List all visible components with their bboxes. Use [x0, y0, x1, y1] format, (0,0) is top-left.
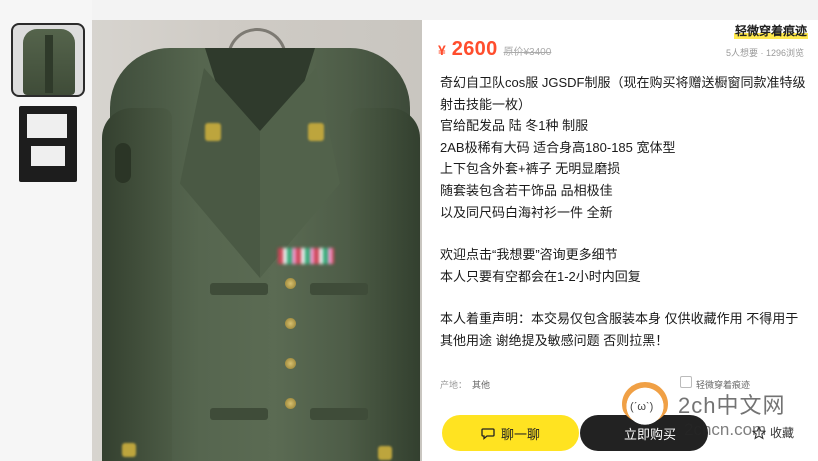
- watermark: (ˊωˋ) 2ch中文网 2chcn.com: [622, 382, 818, 452]
- uniform-jacket: [102, 48, 420, 461]
- chat-bubble-icon: [481, 428, 495, 440]
- lower-pocket-flap-left: [210, 408, 268, 420]
- description-line: 2AB极稀有大码 适合身高180-185 宽体型: [440, 139, 676, 155]
- currency-symbol: ¥: [438, 42, 446, 58]
- watermark-domain: 2chcn.com: [684, 420, 767, 439]
- description-line: 本人只要有空都会在1-2小时内回复: [440, 268, 641, 284]
- thumbnail-tag[interactable]: [19, 106, 77, 182]
- jacket-button: [285, 358, 296, 369]
- left-pocket-flap: [210, 283, 268, 295]
- watermark-face: (ˊωˋ): [630, 401, 654, 413]
- thumbnail-jacket[interactable]: [11, 23, 85, 97]
- shoulder-patch: [115, 143, 131, 183]
- description-line: 欢迎点击“我想要”咨询更多细节: [440, 247, 618, 263]
- jacket-button: [285, 278, 296, 289]
- medal-ribbons: [278, 248, 334, 264]
- price-row: ¥ 2600 原价¥3400: [438, 38, 551, 61]
- description-line: 本人着重声明：本交易仅包含服装本身 仅供收藏作用 不得用于其他用途 谢绝提及敏感…: [440, 311, 799, 348]
- tag-card-image-2: [31, 146, 65, 166]
- description-line: 随套装包含若干饰品 品相极佳: [440, 182, 613, 198]
- watermark-site-name: 2ch中文网: [678, 393, 786, 418]
- jacket-button: [285, 398, 296, 409]
- thumbnail-strip: [0, 0, 92, 461]
- description-line: 以及同尺码白海衬衫一件 全新: [440, 204, 613, 220]
- chat-button[interactable]: 聊一聊: [442, 415, 579, 451]
- origin-label: 产地：: [440, 380, 468, 390]
- chat-button-label: 聊一聊: [500, 426, 540, 442]
- left-sleeve: [102, 108, 172, 461]
- right-pocket-flap: [310, 283, 368, 295]
- description-line: 官给配发品 陆 冬1种 制服: [440, 118, 589, 134]
- origin-value: 其他: [472, 380, 491, 390]
- condition-badge: 轻微穿着痕迹: [734, 22, 809, 39]
- price: 2600: [451, 38, 498, 60]
- main-product-image[interactable]: [92, 20, 422, 461]
- jacket-button: [285, 318, 296, 329]
- want-view-stats: 5人想要 · 1296浏览: [725, 48, 804, 58]
- original-price: 原价¥3400: [503, 47, 552, 58]
- description-line: 奇幻自卫队cos服 JGSDF制服（现在购买将赠送橱窗同款准特级射击技能一枚）: [440, 75, 806, 112]
- jacket-thumbnail-image: [23, 29, 75, 95]
- collar-insignia-left: [205, 123, 221, 141]
- product-description: 奇幻自卫队cos服 JGSDF制服（现在购买将赠送橱窗同款准特级射击技能一枚） …: [440, 72, 808, 352]
- sleeve-insignia-right: [378, 446, 392, 460]
- sleeve-insignia-left: [122, 443, 136, 457]
- tag-card-image: [27, 114, 67, 138]
- lower-pocket-flap-right: [310, 408, 368, 420]
- description-line: 上下包含外套+裤子 无明显磨损: [440, 161, 621, 177]
- collar-insignia-right: [308, 123, 324, 141]
